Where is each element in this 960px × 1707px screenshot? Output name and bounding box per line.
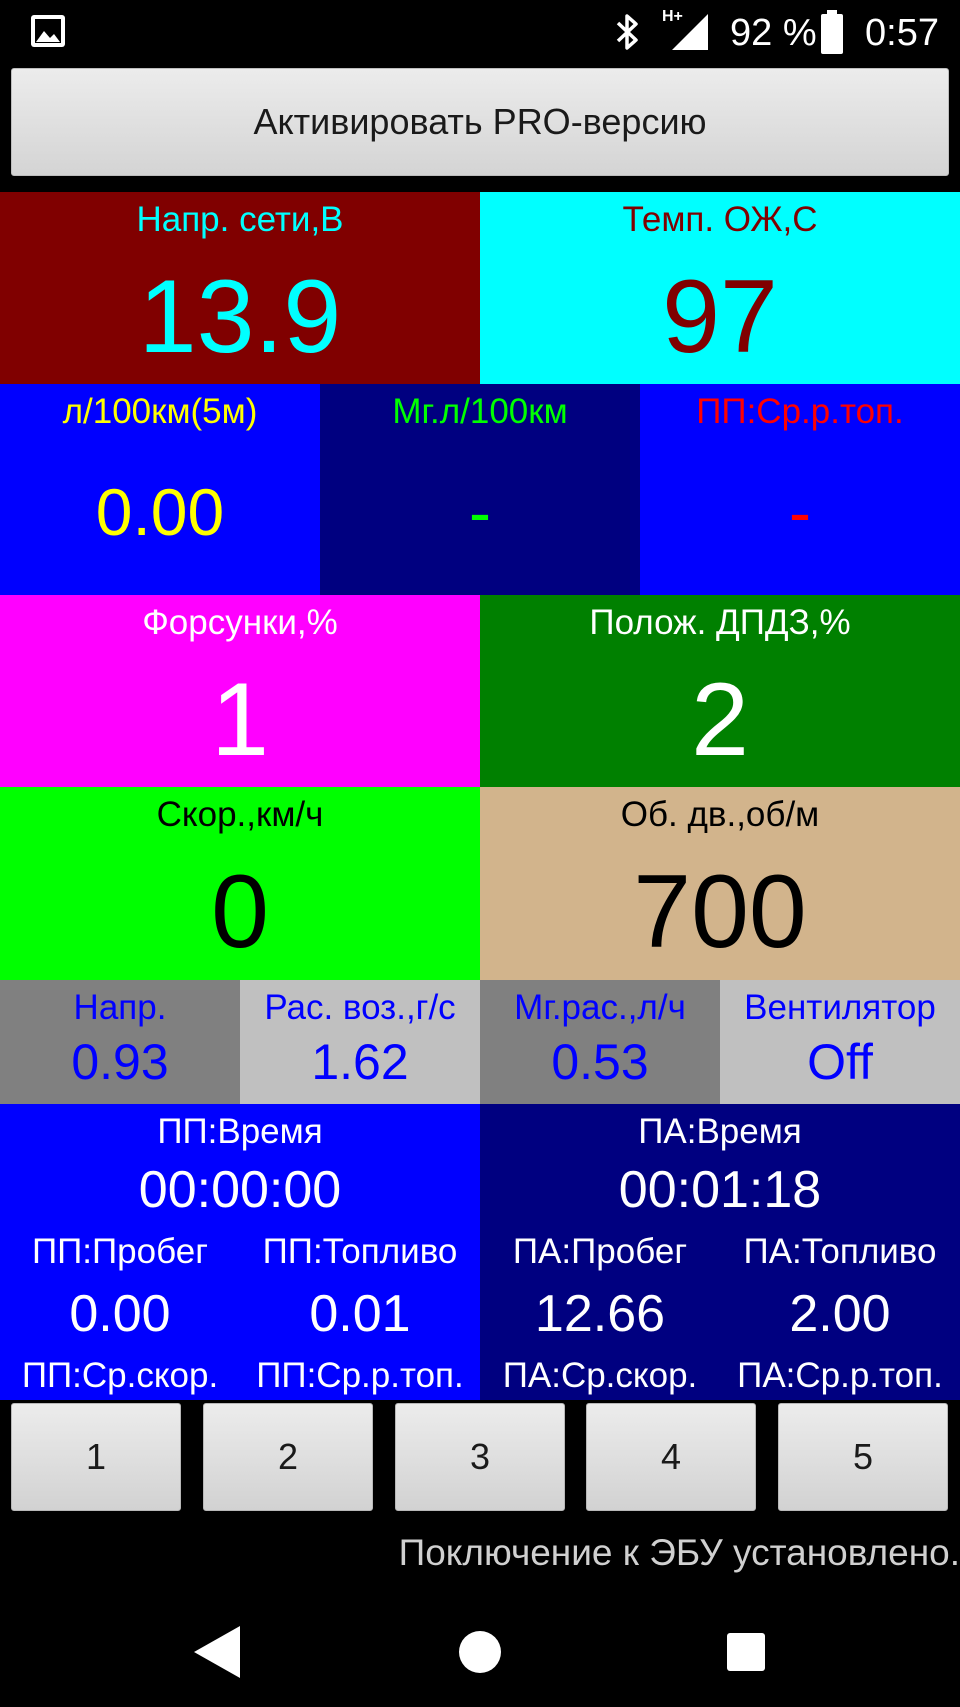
instant-fuel-gauge[interactable]: Мг.л/100км - <box>320 384 640 595</box>
total-trip-fuel-value: 2.00 <box>789 1285 891 1343</box>
signal-icon <box>672 14 708 50</box>
air-flow-gauge[interactable]: Рас. воз.,г/с 1.62 <box>240 980 480 1104</box>
rpm-value: 700 <box>633 854 807 970</box>
home-icon[interactable] <box>458 1630 502 1674</box>
current-trip-time-label: ПП:Время <box>157 1112 323 1151</box>
fuel-5m-value: 0.00 <box>95 475 225 549</box>
navigation-bar <box>0 1600 960 1707</box>
coolant-temp-label: Темп. ОЖ,С <box>622 200 818 239</box>
trip-avg-fuel-value: - <box>789 475 811 549</box>
coolant-temp-value: 97 <box>662 259 778 375</box>
speed-label: Скор.,км/ч <box>156 795 324 834</box>
voltage-small-gauge[interactable]: Напр. 0.93 <box>0 980 240 1104</box>
current-trip-fuel-label: ПП:Топливо <box>262 1232 458 1271</box>
battery-icon <box>821 10 843 54</box>
air-flow-value: 1.62 <box>311 1034 409 1090</box>
total-trip-distance-value: 12.66 <box>534 1285 666 1343</box>
fan-value: Off <box>807 1034 873 1090</box>
voltage-small-label: Напр. <box>73 988 167 1027</box>
air-flow-label: Рас. воз.,г/с <box>264 988 456 1027</box>
current-trip-distance-label: ПП:Пробег <box>31 1232 208 1271</box>
back-icon[interactable] <box>188 1622 244 1682</box>
total-trip-distance-label: ПА:Пробег <box>512 1232 688 1271</box>
current-trip-panel[interactable]: ПП:Время 00:00:00 ПП:Пробег ПП:Топливо 0… <box>0 1104 480 1400</box>
trip-avg-fuel-label: ПП:Ср.р.топ. <box>696 392 904 431</box>
fuel-5m-label: л/100км(5м) <box>62 392 258 431</box>
page-5-button[interactable]: 5 <box>778 1403 948 1511</box>
current-trip-fuel-value: 0.01 <box>309 1285 411 1343</box>
fan-label: Вентилятор <box>744 988 936 1027</box>
voltage-gauge[interactable]: Напр. сети,В 13.9 <box>0 192 480 384</box>
status-bar: H+ 92 % 0:57 <box>0 0 960 66</box>
total-trip-avg-fuel-label: ПА:Ср.р.топ. <box>737 1356 943 1395</box>
fuel-rate-gauge[interactable]: Мг.рас.,л/ч 0.53 <box>480 980 720 1104</box>
page-2-button[interactable]: 2 <box>203 1403 373 1511</box>
trip-avg-fuel-gauge[interactable]: ПП:Ср.р.топ. - <box>640 384 960 595</box>
voltage-small-value: 0.93 <box>71 1034 169 1090</box>
current-trip-time-value: 00:00:00 <box>138 1161 342 1219</box>
page-3-button[interactable]: 3 <box>395 1403 565 1511</box>
injectors-gauge[interactable]: Форсунки,% 1 <box>0 595 480 787</box>
image-notification-icon <box>31 15 65 47</box>
fuel-5m-gauge[interactable]: л/100км(5м) 0.00 <box>0 384 320 595</box>
coolant-temp-gauge[interactable]: Темп. ОЖ,С 97 <box>480 192 960 384</box>
throttle-label: Полож. ДПДЗ,% <box>589 603 851 642</box>
voltage-label: Напр. сети,В <box>136 200 344 239</box>
injectors-label: Форсунки,% <box>142 603 338 642</box>
fuel-rate-value: 0.53 <box>551 1034 649 1090</box>
total-trip-time-label: ПА:Время <box>638 1112 802 1151</box>
current-trip-avg-speed-label: ПП:Ср.скор. <box>21 1356 219 1395</box>
page-4-button[interactable]: 4 <box>586 1403 756 1511</box>
instant-fuel-value: - <box>469 475 491 549</box>
speed-value: 0 <box>211 854 269 970</box>
bluetooth-icon <box>616 14 638 50</box>
throttle-gauge[interactable]: Полож. ДПДЗ,% 2 <box>480 595 960 787</box>
throttle-value: 2 <box>691 662 749 778</box>
injectors-value: 1 <box>211 662 269 778</box>
fuel-rate-label: Мг.рас.,л/ч <box>514 988 686 1027</box>
current-trip-avg-fuel-label: ПП:Ср.р.топ. <box>256 1356 464 1395</box>
speed-gauge[interactable]: Скор.,км/ч 0 <box>0 787 480 980</box>
activate-pro-button[interactable]: Активировать PRO-версию <box>11 68 949 176</box>
rpm-label: Об. дв.,об/м <box>620 795 820 834</box>
battery-percent: 92 % <box>730 12 817 54</box>
rpm-gauge[interactable]: Об. дв.,об/м 700 <box>480 787 960 980</box>
total-trip-time-value: 00:01:18 <box>618 1161 822 1219</box>
total-trip-panel[interactable]: ПА:Время 00:01:18 ПА:Пробег ПА:Топливо 1… <box>480 1104 960 1400</box>
clock: 0:57 <box>865 12 939 54</box>
total-trip-fuel-label: ПА:Топливо <box>743 1232 937 1271</box>
recents-icon[interactable] <box>726 1632 766 1672</box>
fan-gauge[interactable]: Вентилятор Off <box>720 980 960 1104</box>
instant-fuel-label: Мг.л/100км <box>392 392 568 431</box>
connection-status: Поключение к ЭБУ установлено. <box>398 1532 960 1573</box>
current-trip-distance-value: 0.00 <box>69 1285 171 1343</box>
total-trip-avg-speed-label: ПА:Ср.скор. <box>502 1356 698 1395</box>
voltage-value: 13.9 <box>138 259 342 375</box>
page-1-button[interactable]: 1 <box>11 1403 181 1511</box>
